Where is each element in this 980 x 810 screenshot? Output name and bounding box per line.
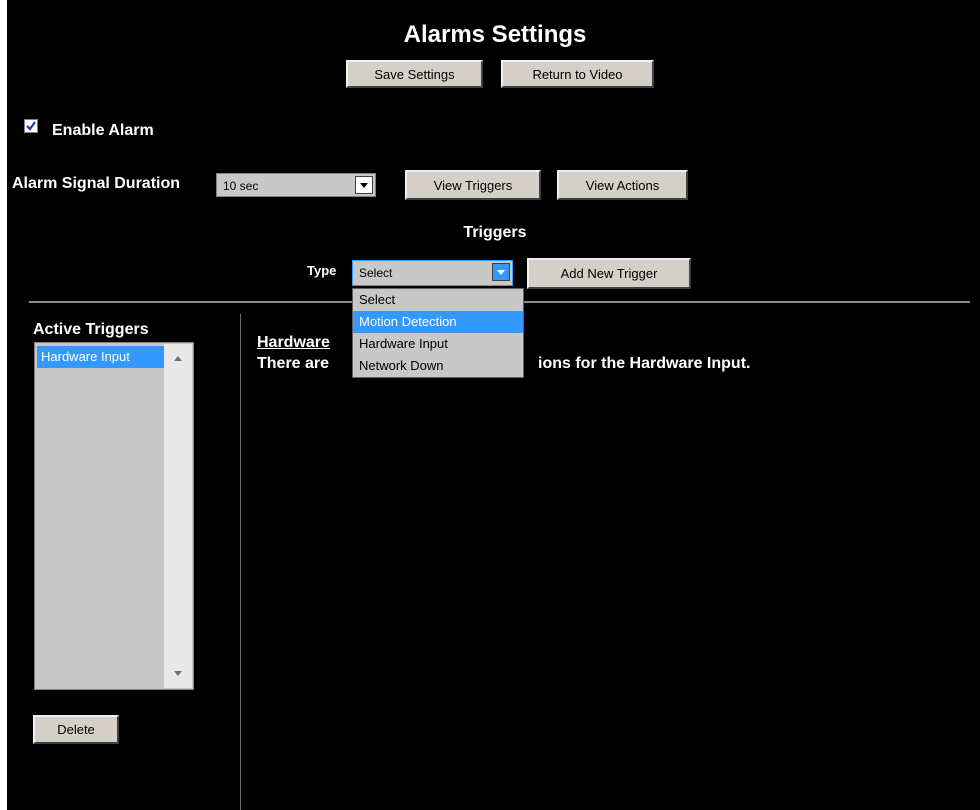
type-label: Type (307, 263, 337, 278)
divider-vertical (240, 314, 241, 810)
check-icon (26, 121, 36, 131)
active-triggers-heading: Active Triggers (33, 321, 149, 338)
detail-message-right: ions for the Hardware Input. (538, 355, 751, 372)
option-network-down[interactable]: Network Down (353, 355, 523, 377)
enable-alarm-checkbox[interactable] (24, 119, 38, 133)
delete-button[interactable]: Delete (33, 715, 119, 744)
alarm-signal-duration-label: Alarm Signal Duration (12, 175, 181, 192)
list-item-hardware-input[interactable]: Hardware Input (37, 346, 164, 368)
trigger-type-select[interactable]: Select (352, 260, 513, 286)
option-motion-detection[interactable]: Motion Detection (353, 311, 523, 333)
view-actions-button[interactable]: View Actions (557, 170, 688, 200)
add-new-trigger-button[interactable]: Add New Trigger (527, 258, 691, 289)
chevron-down-icon[interactable] (355, 176, 373, 194)
detail-message-left: There are (257, 355, 330, 372)
alarm-duration-select[interactable]: 10 sec (216, 173, 376, 197)
page-title: Alarms Settings (403, 21, 587, 48)
scroll-down-icon[interactable] (173, 670, 183, 677)
detail-heading: Hardware (257, 334, 330, 351)
trigger-type-dropdown[interactable]: Select Motion Detection Hardware Input N… (352, 288, 524, 378)
alarm-duration-value: 10 sec (223, 179, 259, 193)
option-hardware-input[interactable]: Hardware Input (353, 333, 523, 355)
trigger-type-value: Select (359, 266, 393, 280)
active-triggers-list[interactable]: Hardware Input (34, 342, 194, 690)
option-select[interactable]: Select (353, 289, 523, 311)
list-scrollbar[interactable] (164, 344, 192, 688)
alarm-settings-page: Alarms Settings Save Settings Return to … (7, 0, 980, 810)
scroll-up-icon[interactable] (173, 355, 183, 362)
view-triggers-button[interactable]: View Triggers (405, 170, 541, 200)
enable-alarm-label: Enable Alarm (52, 122, 154, 139)
return-to-video-button[interactable]: Return to Video (501, 60, 654, 88)
chevron-down-icon[interactable] (492, 263, 510, 281)
triggers-heading: Triggers (463, 224, 527, 241)
save-settings-button[interactable]: Save Settings (346, 60, 483, 88)
